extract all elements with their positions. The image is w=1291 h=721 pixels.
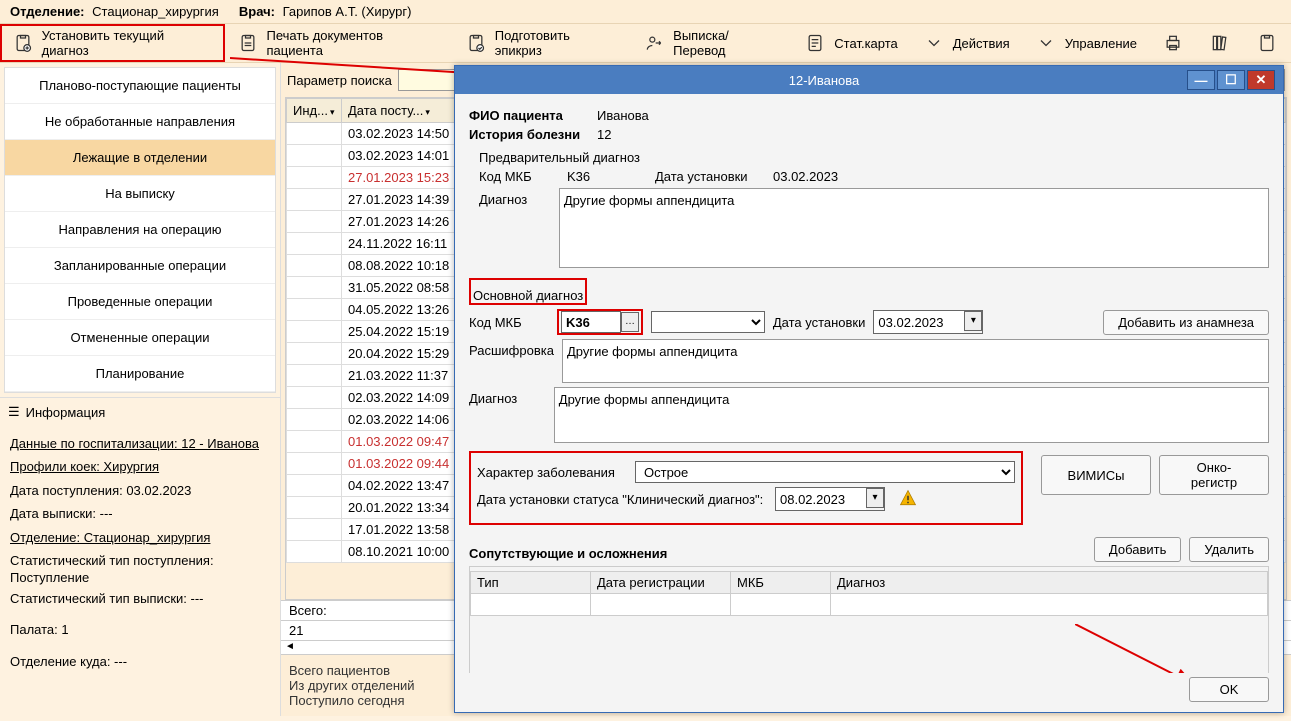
main-diag-textarea[interactable]: Другие формы аппендицита (554, 387, 1269, 443)
discharge-button[interactable]: Выписка/Перевод (632, 24, 793, 62)
main-mkb-input[interactable] (561, 311, 621, 333)
main-toolbar: Установить текущий диагноз Печать докуме… (0, 23, 1291, 63)
mkb-combo[interactable] (651, 311, 765, 333)
dept-label: Отделение: (10, 4, 85, 19)
document-check-icon (465, 32, 487, 54)
dept-to-text: Отделение куда: --- (10, 650, 270, 673)
info-panel: Данные по госпитализации: 12 - Иванова П… (0, 426, 280, 679)
fio-label: ФИО пациента (469, 108, 589, 123)
dept-link[interactable]: Отделение: Стационар_хирургия (10, 526, 270, 549)
left-pane: Планово-поступающие пациентыНе обработан… (0, 63, 280, 716)
add-comorbidity-button[interactable]: Добавить (1094, 537, 1181, 562)
search-label: Параметр поиска (287, 73, 392, 88)
clipboard-icon-button[interactable] (1244, 24, 1291, 62)
chevron-down-icon (1035, 32, 1057, 54)
prelim-diag-textarea[interactable]: Другие формы аппендицита (559, 188, 1269, 268)
stat-out-text: Статистический тип выписки: --- (10, 587, 270, 610)
stat-in-text: Статистический тип поступления: Поступле… (10, 553, 270, 587)
sidebar-item[interactable]: Проведенные операции (5, 284, 275, 320)
sidebar-item[interactable]: Не обработанные направления (5, 104, 275, 140)
sidebar-item[interactable]: Направления на операцию (5, 212, 275, 248)
adm-date-text: Дата поступления: 03.02.2023 (10, 479, 270, 502)
disease-nature-label: Характер заболевания (477, 465, 627, 480)
mkb-lookup-button[interactable]: … (621, 312, 639, 332)
sidebar-item[interactable]: Запланированные операции (5, 248, 275, 284)
print-icon-button[interactable] (1150, 24, 1197, 62)
comorbidities-table[interactable]: Тип Дата регистрации МКБ Диагноз (470, 571, 1268, 616)
delete-comorbidity-button[interactable]: Удалить (1189, 537, 1269, 562)
printer-icon (237, 32, 259, 54)
prelim-date-value: 03.02.2023 (773, 169, 838, 184)
set-diagnosis-button[interactable]: Установить текущий диагноз (0, 24, 225, 62)
warning-icon (899, 489, 917, 510)
sidebar-item[interactable]: На выписку (5, 176, 275, 212)
dept-value: Стационар_хирургия (92, 4, 219, 19)
chevron-down-icon (923, 32, 945, 54)
clinical-date-label: Дата установки статуса "Клинический диаг… (477, 492, 767, 507)
col-indicator[interactable]: Инд... (287, 99, 342, 123)
vimis-button[interactable]: ВИМИСы (1041, 455, 1151, 495)
doctor-value: Гарипов А.Т. (Хирург) (283, 4, 412, 19)
date-picker-button[interactable]: ▾ (964, 311, 982, 331)
set-diagnosis-label: Установить текущий диагноз (42, 28, 212, 58)
dialog-title: 12-Иванова (463, 73, 1185, 88)
manage-dropdown[interactable]: Управление (1023, 24, 1150, 62)
print-docs-button[interactable]: Печать документов пациента (225, 24, 453, 62)
sidebar-item[interactable]: Отмененные операции (5, 320, 275, 356)
main-date-input[interactable] (874, 311, 964, 333)
nav-list: Планово-поступающие пациентыНе обработан… (4, 67, 276, 393)
statcard-button[interactable]: Стат.карта (792, 24, 910, 62)
info-icon: ☰ (8, 404, 20, 420)
hosp-link[interactable]: Данные по госпитализации: 12 - Иванова (10, 432, 270, 455)
fio-value: Иванова (597, 108, 649, 123)
minimize-button[interactable]: — (1187, 70, 1215, 90)
history-value: 12 (597, 127, 611, 142)
info-header: ☰ Информация (0, 397, 280, 426)
clinical-date-input[interactable] (776, 488, 866, 510)
disease-nature-combo[interactable]: Острое (635, 461, 1015, 483)
clipboard-plus-icon (12, 32, 34, 54)
clinical-date-picker-button[interactable]: ▾ (866, 488, 884, 508)
main-diag-header: Основной диагноз (473, 288, 583, 303)
diagnosis-dialog: 12-Иванова — ☐ ✕ ФИО пациента Иванова Ис… (454, 65, 1284, 713)
onco-register-button[interactable]: Онко-регистр (1159, 455, 1269, 495)
card-icon (804, 32, 826, 54)
close-button[interactable]: ✕ (1247, 70, 1275, 90)
profiles-link[interactable]: Профили коек: Хирургия (10, 455, 270, 478)
table-row[interactable] (471, 594, 1268, 616)
user-arrow-icon (644, 32, 666, 54)
epicrisis-button[interactable]: Подготовить эпикриз (453, 24, 631, 62)
clipboard-icon (1256, 32, 1278, 54)
ward-text: Палата: 1 (10, 618, 270, 641)
sidebar-item[interactable]: Планово-поступающие пациенты (5, 68, 275, 104)
books-icon-button[interactable] (1197, 24, 1244, 62)
ok-button[interactable]: OK (1189, 677, 1269, 702)
dialog-titlebar[interactable]: 12-Иванова — ☐ ✕ (455, 66, 1283, 94)
sidebar-item[interactable]: Лежащиe в отделении (5, 140, 275, 176)
prelim-mkb-value: K36 (567, 169, 647, 184)
actions-dropdown[interactable]: Действия (911, 24, 1023, 62)
history-label: История болезни (469, 127, 589, 142)
doctor-label: Врач: (239, 4, 275, 19)
comorbidities-header: Сопутствующие и осложнения (469, 546, 667, 561)
add-from-anamnesis-button[interactable]: Добавить из анамнеза (1103, 310, 1269, 335)
sidebar-item[interactable]: Планирование (5, 356, 275, 392)
printer-icon (1162, 32, 1184, 54)
context-bar: Отделение: Стационар_хирургия Врач: Гари… (0, 0, 1291, 23)
books-icon (1209, 32, 1231, 54)
decode-textarea[interactable]: Другие формы аппендицита (562, 339, 1269, 383)
maximize-button[interactable]: ☐ (1217, 70, 1245, 90)
prelim-diag-header: Предварительный диагноз (479, 150, 1269, 165)
dis-date-text: Дата выписки: --- (10, 502, 270, 525)
